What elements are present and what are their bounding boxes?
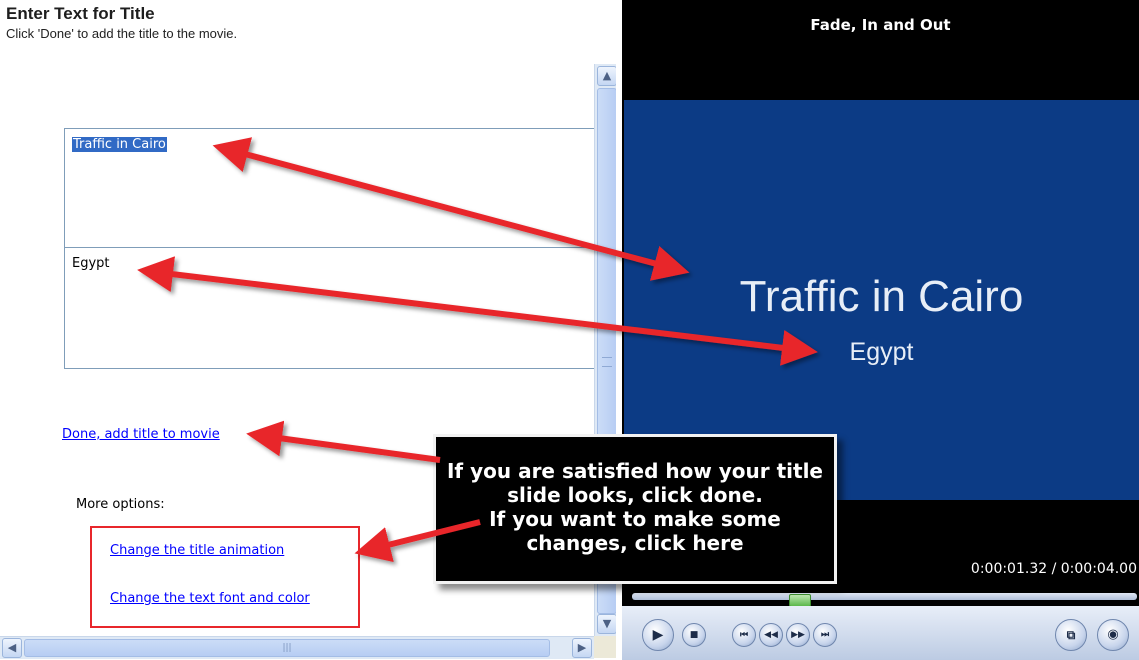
previous-frame-icon[interactable]: ⏮ bbox=[732, 623, 756, 647]
subtitle-text-value: Egypt bbox=[72, 256, 110, 271]
chevron-down-icon[interactable]: ▼ bbox=[597, 614, 617, 634]
horizontal-scrollbar[interactable]: ◀ ||| ▶ bbox=[0, 636, 594, 659]
done-add-title-link[interactable]: Done, add title to movie bbox=[62, 427, 220, 442]
camera-icon[interactable]: ◉ bbox=[1097, 619, 1129, 651]
more-options-label: More options: bbox=[76, 497, 165, 512]
split-clip-icon[interactable]: ⧉ bbox=[1055, 619, 1087, 651]
title-text-input[interactable]: Traffic in Cairo bbox=[64, 128, 596, 247]
grip-icon bbox=[602, 357, 612, 367]
play-icon[interactable]: ▶ bbox=[642, 619, 674, 651]
chevron-right-icon[interactable]: ▶ bbox=[572, 638, 592, 658]
chevron-left-icon[interactable]: ◀ bbox=[2, 638, 22, 658]
horizontal-scroll-thumb[interactable]: ||| bbox=[24, 639, 550, 657]
fast-forward-icon[interactable]: ▶▶ bbox=[786, 623, 810, 647]
title-text-value: Traffic in Cairo bbox=[72, 137, 167, 152]
annotation-callout: If you are satisfied how your title slid… bbox=[433, 434, 837, 584]
annotation-line: slide looks, click done. bbox=[507, 483, 763, 507]
options-highlight-box bbox=[90, 526, 360, 628]
panel-heading: Enter Text for Title bbox=[6, 4, 155, 23]
chevron-up-icon[interactable]: ▲ bbox=[597, 66, 617, 86]
annotation-line: If you want to make some bbox=[489, 507, 781, 531]
seek-bar[interactable] bbox=[632, 593, 1137, 600]
panel-instruction: Click 'Done' to add the title to the mov… bbox=[6, 26, 238, 41]
video-subtitle-text: Egypt bbox=[849, 338, 914, 366]
video-title-text: Traffic in Cairo bbox=[739, 272, 1024, 321]
subtitle-text-input[interactable]: Egypt bbox=[64, 247, 596, 369]
stop-icon[interactable]: ■ bbox=[682, 623, 706, 647]
rewind-icon[interactable]: ◀◀ bbox=[759, 623, 783, 647]
annotation-line: changes, click here bbox=[526, 531, 744, 555]
annotation-line: If you are satisfied how your title bbox=[446, 459, 823, 483]
clip-title: Fade, In and Out bbox=[810, 16, 951, 34]
next-frame-icon[interactable]: ⏭ bbox=[813, 623, 837, 647]
timecode: 0:00:01.32 / 0:00:04.00 bbox=[970, 561, 1137, 577]
scrollbar-corner bbox=[594, 636, 616, 658]
playback-controls: ▶ ■ ⏮ ◀◀ ▶▶ ⏭ ⧉ ◉ bbox=[622, 606, 1139, 660]
